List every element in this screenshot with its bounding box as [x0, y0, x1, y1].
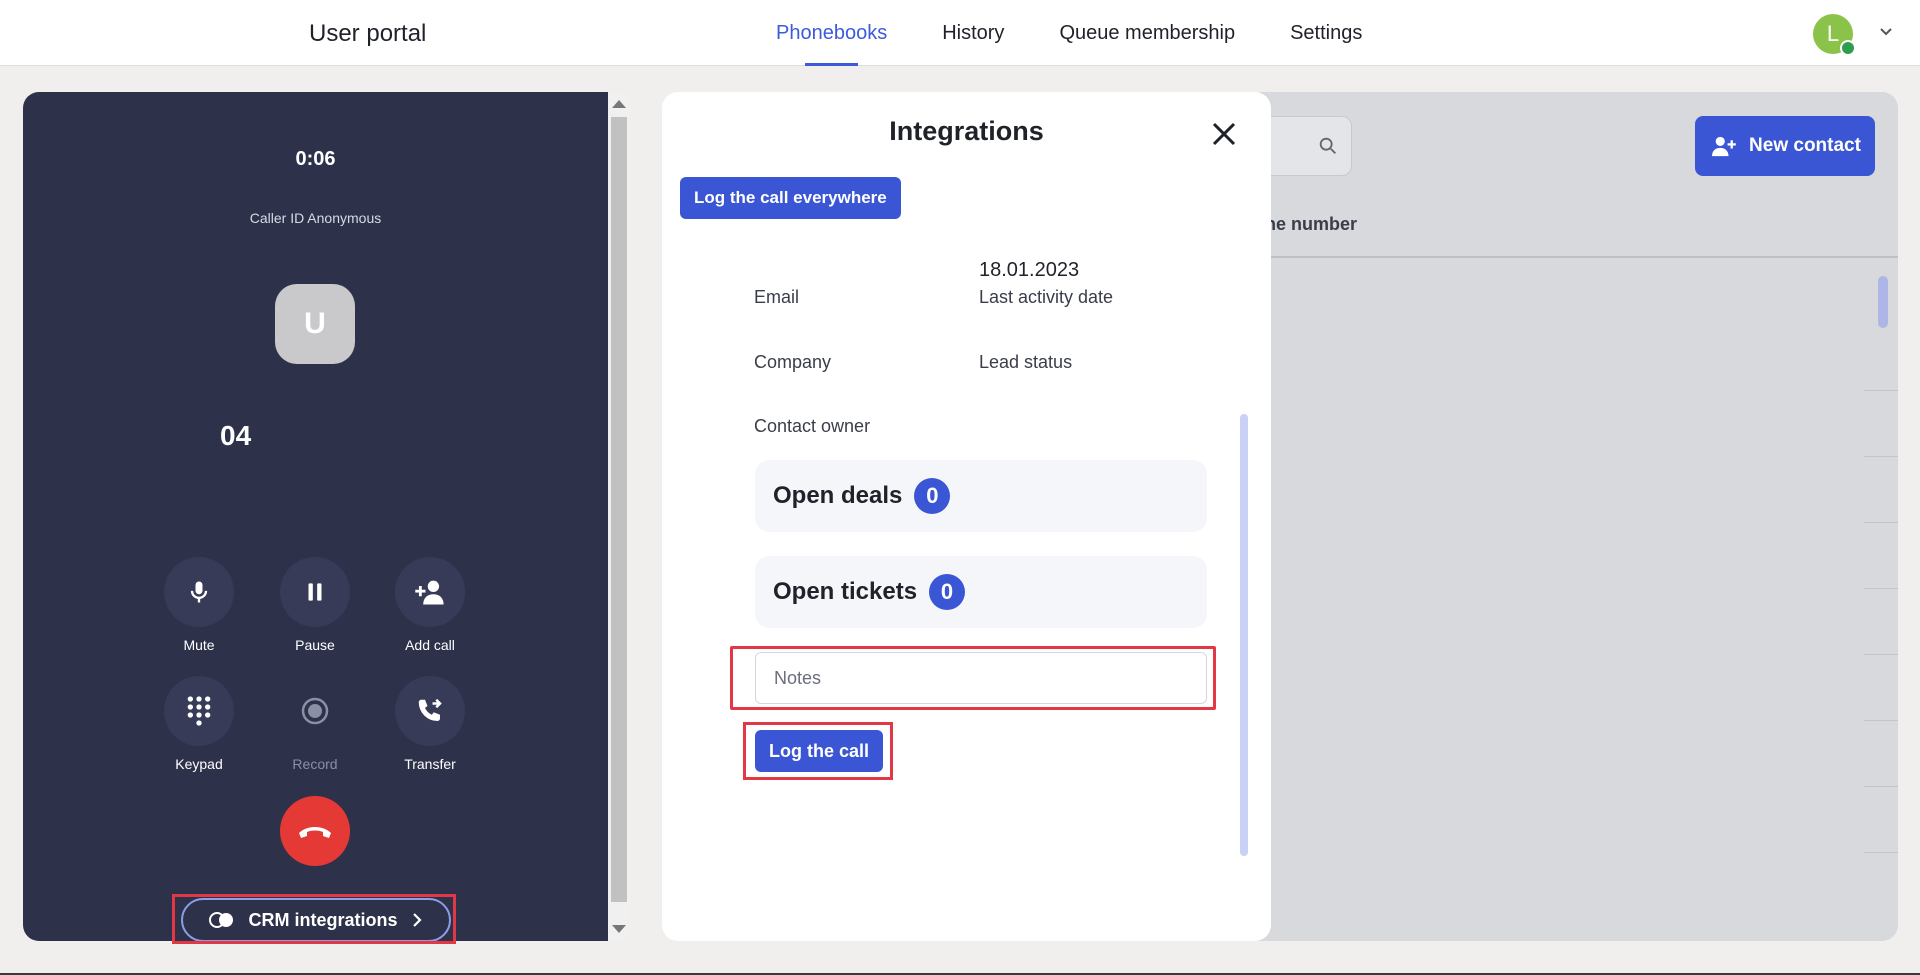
add-call-label: Add call — [405, 637, 455, 653]
chevron-down-icon[interactable] — [1876, 22, 1896, 42]
lead-status-label: Lead status — [979, 352, 1073, 372]
log-call-everywhere-button[interactable]: Log the call everywhere — [680, 177, 901, 219]
hang-up-icon — [299, 827, 331, 838]
scroll-up-arrow-icon[interactable] — [612, 100, 626, 108]
record-icon — [301, 697, 329, 725]
call-panel-scrollbar[interactable] — [608, 92, 630, 941]
pause-label: Pause — [295, 637, 335, 653]
transfer-button[interactable]: Transfer — [385, 676, 475, 772]
online-status-icon — [1840, 40, 1856, 56]
transfer-label: Transfer — [404, 756, 456, 772]
header-divider — [1238, 256, 1898, 258]
row-divider — [1864, 852, 1898, 853]
tab-settings[interactable]: Settings — [1290, 0, 1362, 66]
notes-highlight-box — [730, 646, 1216, 710]
call-timer: 0:06 — [295, 148, 336, 170]
keypad-button[interactable]: Keypad — [154, 676, 244, 772]
scroll-thumb[interactable] — [611, 117, 627, 902]
integrations-dialog: Integrations Log the call everywhere Ema… — [662, 92, 1271, 941]
log-call-highlight-box — [743, 722, 893, 780]
last-activity-label: Last activity date — [979, 287, 1114, 307]
row-divider — [1864, 588, 1898, 589]
crm-highlight-box — [172, 894, 456, 944]
open-tickets-count-badge: 0 — [929, 574, 966, 610]
keypad-icon — [187, 696, 211, 726]
tab-history[interactable]: History — [942, 0, 1004, 66]
add-person-icon — [415, 580, 444, 605]
row-divider — [1864, 522, 1898, 523]
main-nav: Phonebooks History Queue membership Sett… — [776, 0, 1417, 66]
scroll-down-arrow-icon[interactable] — [612, 925, 626, 933]
row-divider — [1864, 786, 1898, 787]
keypad-label: Keypad — [175, 756, 223, 772]
phonebook-scroll-thumb[interactable] — [1878, 276, 1888, 328]
last-activity-value: 18.01.2023 — [979, 259, 1080, 281]
mute-label: Mute — [183, 637, 215, 653]
mute-button[interactable]: Mute — [154, 557, 244, 653]
open-tickets-card[interactable]: Open tickets 0 — [755, 556, 1207, 628]
search-icon[interactable] — [1317, 135, 1339, 157]
app-title: User portal — [309, 20, 427, 47]
record-button[interactable]: Record — [270, 676, 360, 772]
tab-queue-membership[interactable]: Queue membership — [1059, 0, 1235, 66]
open-deals-count-badge: 0 — [914, 478, 951, 514]
open-tickets-label: Open tickets — [773, 578, 918, 605]
caller-id: Caller ID Anonymous — [249, 210, 382, 226]
dialog-title: Integrations — [889, 116, 1044, 146]
row-divider — [1864, 720, 1898, 721]
pause-icon — [308, 583, 322, 601]
user-avatar[interactable]: L — [1813, 14, 1856, 56]
close-icon[interactable] — [1210, 120, 1238, 148]
caller-avatar: U — [275, 284, 355, 364]
record-label: Record — [292, 756, 338, 772]
caller-number: 04 — [220, 420, 252, 451]
add-call-button[interactable]: Add call — [385, 557, 475, 653]
row-divider — [1864, 654, 1898, 655]
user-initial: L — [1826, 21, 1840, 46]
open-deals-card[interactable]: Open deals 0 — [755, 460, 1207, 532]
top-bar: User portal Phonebooks History Queue mem… — [0, 0, 1920, 66]
row-divider — [1864, 456, 1898, 457]
hang-up-button[interactable] — [280, 796, 350, 866]
email-label: Email — [754, 287, 800, 307]
call-panel: 0:06 Caller ID Anonymous U 04 Mute Pause… — [23, 92, 608, 942]
open-deals-label: Open deals — [773, 482, 903, 509]
new-contact-button[interactable]: New contact — [1695, 116, 1875, 176]
tab-phonebooks[interactable]: Phonebooks — [776, 0, 887, 66]
new-contact-label: New contact — [1749, 135, 1861, 156]
dialog-scroll-thumb[interactable] — [1240, 414, 1248, 856]
company-label: Company — [754, 352, 832, 372]
pause-button[interactable]: Pause — [270, 557, 360, 653]
add-person-icon — [1712, 136, 1736, 157]
contact-owner-label: Contact owner — [754, 416, 871, 436]
microphone-icon — [190, 581, 208, 603]
phonebook-panel: New contact one number — [1238, 92, 1898, 941]
transfer-call-icon — [418, 698, 442, 721]
row-divider — [1864, 390, 1898, 391]
